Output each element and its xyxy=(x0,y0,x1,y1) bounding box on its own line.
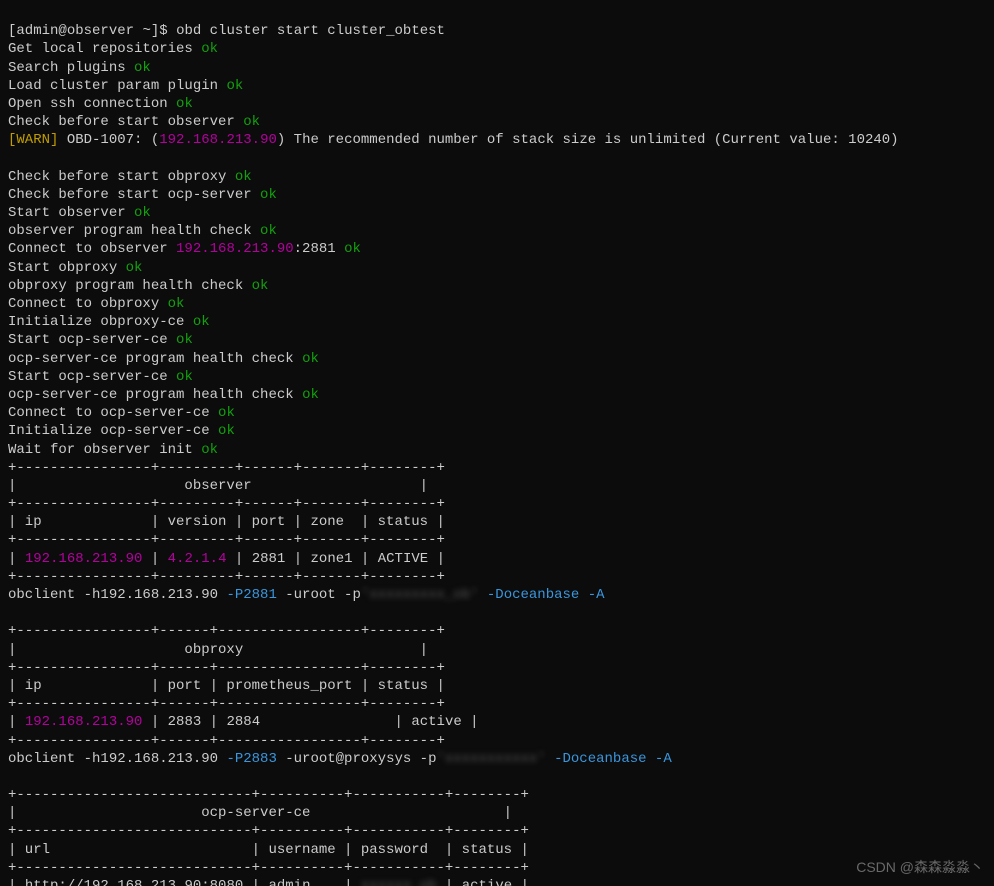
ok-badge: ok xyxy=(176,96,193,112)
ok-badge: ok xyxy=(134,60,151,76)
table-border: +----------------+---------+------+-----… xyxy=(8,460,445,476)
table-border: +----------------+---------+------+-----… xyxy=(8,569,445,585)
table-border: +----------------+---------+------+-----… xyxy=(8,496,445,512)
warn-ip: 192.168.213.90 xyxy=(159,132,277,148)
redacted-password: 'xxxxxxxxx_ob' xyxy=(361,587,479,603)
table-title-ocp: | ocp-server-ce | xyxy=(8,805,512,821)
step-load-param: Load cluster param plugin xyxy=(8,78,218,94)
step-check-ocp: Check before start ocp-server xyxy=(8,187,252,203)
step-init-obproxy: Initialize obproxy-ce xyxy=(8,314,184,330)
step-connect-observer: Connect to observer 192.168.213.90:2881 xyxy=(8,241,336,257)
table-row-ocp: | http://192.168.213.90:8080 | admin | x… xyxy=(8,878,529,886)
table-border: +----------------------------+----------… xyxy=(8,787,529,803)
step-start-ocp: Start ocp-server-ce xyxy=(8,369,168,385)
step-check-observer: Check before start observer xyxy=(8,114,235,130)
ok-badge: ok xyxy=(218,423,235,439)
table-border: +----------------+------+---------------… xyxy=(8,660,445,676)
table-border: +----------------------------+----------… xyxy=(8,823,529,839)
ocp-url-link[interactable]: http://192.168.213.90:8080 xyxy=(25,878,243,886)
ok-badge: ok xyxy=(252,278,269,294)
step-start-obproxy: Start obproxy xyxy=(8,260,117,276)
prompt-line: [admin@observer ~]$ xyxy=(8,23,176,39)
step-connect-ocp: Connect to ocp-server-ce xyxy=(8,405,210,421)
ok-badge: ok xyxy=(126,260,143,276)
ok-badge: ok xyxy=(201,41,218,57)
table-header-observer: | ip | version | port | zone | status | xyxy=(8,514,445,530)
terminal-output[interactable]: [admin@observer ~]$ obd cluster start cl… xyxy=(0,0,994,886)
ok-badge: ok xyxy=(134,205,151,221)
table-row-observer: | 192.168.213.90 | 4.2.1.4 | 2881 | zone… xyxy=(8,551,445,567)
ok-badge: ok xyxy=(168,296,185,312)
table-title-obproxy: | obproxy | xyxy=(8,642,428,658)
table-row-obproxy: | 192.168.213.90 | 2883 | 2884 | active … xyxy=(8,714,479,730)
warn-tag: [WARN] xyxy=(8,132,58,148)
ok-badge: ok xyxy=(344,241,361,257)
table-header-obproxy: | ip | port | prometheus_port | status | xyxy=(8,678,445,694)
step-connect-obproxy: Connect to obproxy xyxy=(8,296,159,312)
ok-badge: ok xyxy=(218,405,235,421)
table-border: +----------------+------+---------------… xyxy=(8,733,445,749)
table-border: +----------------+------+---------------… xyxy=(8,623,445,639)
warn-msg: ) The recommended number of stack size i… xyxy=(277,132,899,148)
redacted-password: 'xxxxxxxxxxx' xyxy=(436,751,545,767)
step-start-ocp: Start ocp-server-ce xyxy=(8,332,168,348)
ok-badge: ok xyxy=(260,223,277,239)
ok-badge: ok xyxy=(235,169,252,185)
table-border: +----------------+---------+------+-----… xyxy=(8,532,445,548)
ok-badge: ok xyxy=(226,78,243,94)
table-border: +----------------+------+---------------… xyxy=(8,696,445,712)
obclient-cmd-1: obclient -h192.168.213.90 -P2881 -uroot … xyxy=(8,587,605,603)
step-ocp-health: ocp-server-ce program health check xyxy=(8,351,294,367)
step-check-obproxy: Check before start obproxy xyxy=(8,169,226,185)
ok-badge: ok xyxy=(302,351,319,367)
step-observer-health: observer program health check xyxy=(8,223,252,239)
table-header-ocp: | url | username | password | status | xyxy=(8,842,529,858)
warn-code: OBD-1007: ( xyxy=(58,132,159,148)
obclient-cmd-2: obclient -h192.168.213.90 -P2883 -uroot@… xyxy=(8,751,672,767)
step-init-ocp: Initialize ocp-server-ce xyxy=(8,423,210,439)
ok-badge: ok xyxy=(193,314,210,330)
ok-badge: ok xyxy=(260,187,277,203)
step-ocp-health: ocp-server-ce program health check xyxy=(8,387,294,403)
redacted-password: xxxxxx_ob xyxy=(361,878,437,886)
ok-badge: ok xyxy=(176,332,193,348)
step-obproxy-health: obproxy program health check xyxy=(8,278,243,294)
ok-badge: ok xyxy=(176,369,193,385)
step-start-observer: Start observer xyxy=(8,205,126,221)
step-search-plugins: Search plugins xyxy=(8,60,126,76)
step-wait-observer: Wait for observer init xyxy=(8,442,193,458)
table-title-observer: | observer | xyxy=(8,478,428,494)
step-get-repos: Get local repositories xyxy=(8,41,193,57)
ok-badge: ok xyxy=(243,114,260,130)
step-open-ssh: Open ssh connection xyxy=(8,96,168,112)
ok-badge: ok xyxy=(201,442,218,458)
ok-badge: ok xyxy=(302,387,319,403)
table-border: +----------------------------+----------… xyxy=(8,860,529,876)
command-obd-start: obd cluster start cluster_obtest xyxy=(176,23,445,39)
